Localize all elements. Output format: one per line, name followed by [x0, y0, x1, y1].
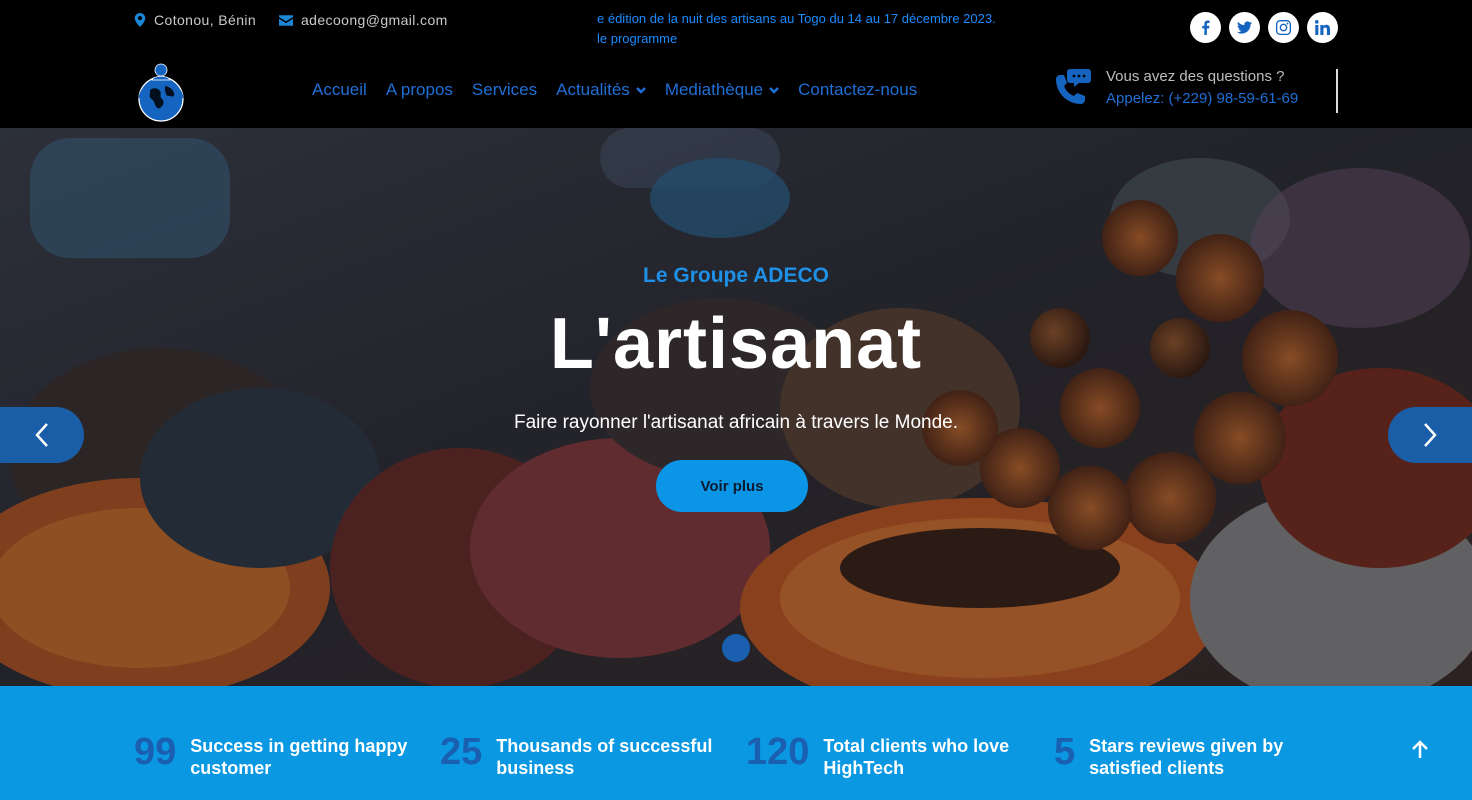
twitter-icon	[1237, 21, 1252, 34]
nav-mediatheque[interactable]: Mediathèque	[665, 80, 780, 100]
nav-a-propos[interactable]: A propos	[386, 80, 453, 100]
stat-item: 120 Total clients who love HighTech	[746, 732, 1009, 779]
phone-chat-icon	[1056, 69, 1091, 104]
hero-subtitle: Le Groupe ADECO	[643, 264, 829, 287]
facebook-button[interactable]	[1190, 12, 1221, 43]
nav-contact[interactable]: Contactez-nous	[798, 80, 917, 100]
nav-label[interactable]: Contactez-nous	[798, 80, 917, 100]
location-info: Cotonou, Bénin	[134, 12, 256, 28]
help-phone[interactable]: Appelez: (+229) 98-59-61-69	[1106, 88, 1298, 110]
divider	[1336, 69, 1338, 113]
hero-title: L'artisanat	[549, 304, 923, 384]
stats-bar: 99 Success in getting happy customer 25 …	[0, 686, 1472, 800]
voir-plus-button[interactable]: Voir plus	[656, 460, 808, 512]
linkedin-button[interactable]	[1307, 12, 1338, 43]
announcement-line[interactable]: e édition de la nuit des artisans au Tog…	[597, 9, 996, 29]
twitter-button[interactable]	[1229, 12, 1260, 43]
hero-overlay	[0, 128, 1472, 686]
stat-label-line: HighTech	[823, 758, 905, 778]
hero-slider: Le Groupe ADECO L'artisanat Faire rayonn…	[0, 128, 1472, 686]
chevron-left-icon	[35, 423, 48, 447]
stat-number: 120	[746, 731, 810, 773]
stat-label-line: customer	[190, 758, 272, 778]
adeco-logo[interactable]	[136, 58, 186, 124]
facebook-icon	[1202, 20, 1210, 35]
email-info[interactable]: adecoong@gmail.com	[279, 12, 448, 28]
linkedin-icon	[1315, 20, 1330, 35]
stat-label-line: Success in getting happy	[190, 736, 408, 756]
help-text: Vous avez des questions ? Appelez: (+229…	[1106, 66, 1298, 110]
top-bar: Cotonou, Bénin adecoong@gmail.com e édit…	[0, 0, 1472, 52]
help-question: Vous avez des questions ?	[1106, 68, 1285, 85]
nav-label[interactable]: Services	[472, 80, 537, 100]
arrow-up-icon	[1412, 740, 1428, 758]
location-text: Cotonou, Bénin	[154, 12, 257, 28]
stat-label-line: Stars reviews given by	[1089, 736, 1284, 756]
instagram-button[interactable]	[1268, 12, 1299, 43]
stat-item: 5 Stars reviews given by satisfied clien…	[1054, 732, 1283, 779]
stat-label-line: business	[496, 758, 575, 778]
slider-prev-button[interactable]	[0, 407, 84, 463]
help-contact: Vous avez des questions ? Appelez: (+229…	[1050, 66, 1298, 110]
nav-label[interactable]: A propos	[386, 80, 453, 100]
chevron-down-icon	[769, 87, 780, 94]
stat-item: 99 Success in getting happy customer	[134, 732, 407, 779]
map-marker-icon	[134, 13, 146, 27]
chevron-right-icon	[1424, 423, 1437, 447]
stat-number: 99	[134, 731, 177, 773]
stat-label: Total clients who love HighTech	[823, 735, 1009, 779]
stat-item: 25 Thousands of successful business	[440, 732, 712, 779]
stat-label: Stars reviews given by satisfied clients	[1089, 735, 1283, 779]
slider-dot-active[interactable]	[722, 634, 750, 662]
announcement[interactable]: e édition de la nuit des artisans au Tog…	[597, 9, 996, 49]
nav-label[interactable]: Actualités	[556, 80, 630, 100]
scroll-to-top-button[interactable]	[1408, 738, 1432, 762]
stat-label: Thousands of successful business	[496, 735, 712, 779]
nav-accueil[interactable]: Accueil	[312, 80, 367, 100]
email-text[interactable]: adecoong@gmail.com	[301, 12, 448, 28]
chevron-down-icon	[635, 87, 646, 94]
slider-next-button[interactable]	[1388, 407, 1472, 463]
nav-label[interactable]: Accueil	[312, 80, 367, 100]
instagram-icon	[1276, 20, 1291, 35]
nav-label[interactable]: Mediathèque	[665, 80, 763, 100]
stat-label-line: satisfied clients	[1089, 758, 1225, 778]
stat-number: 5	[1054, 731, 1076, 773]
main-navbar: Accueil A propos Services Actualités Med…	[0, 52, 1472, 128]
stat-number: 25	[440, 731, 483, 773]
program-link[interactable]: le programme	[597, 29, 996, 49]
stat-label-line: Thousands of successful	[496, 736, 713, 756]
stat-label-line: Total clients who love	[823, 736, 1010, 756]
nav-services[interactable]: Services	[472, 80, 537, 100]
hero-description: Faire rayonner l'artisanat africain à tr…	[514, 412, 958, 433]
social-links	[1190, 12, 1338, 43]
stat-label: Success in getting happy customer	[190, 735, 407, 779]
envelope-icon	[279, 14, 293, 26]
main-nav: Accueil A propos Services Actualités Med…	[312, 80, 936, 100]
nav-actualites[interactable]: Actualités	[556, 80, 646, 100]
